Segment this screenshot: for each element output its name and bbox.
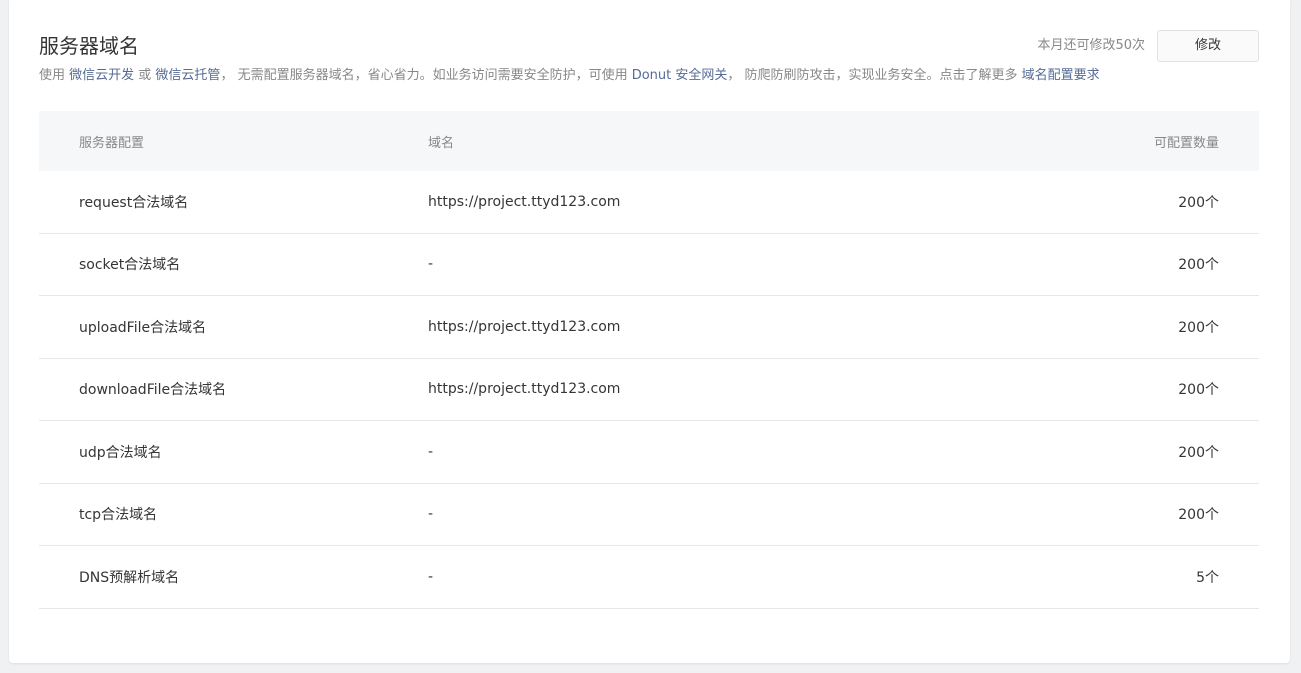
- table-row: uploadFile合法域名 https://project.ttyd123.c…: [39, 296, 1259, 359]
- table-row: downloadFile合法域名 https://project.ttyd123…: [39, 359, 1259, 421]
- table-row: tcp合法域名 - 200个: [39, 484, 1259, 546]
- link-domain-config-requirements[interactable]: 域名配置要求: [1022, 68, 1100, 83]
- row-config-name: DNS预解析域名: [79, 569, 180, 586]
- header-configurable-count: 可配置数量: [1153, 135, 1219, 151]
- row-config-name: request合法域名: [79, 194, 189, 211]
- description-text-3: ， 无需配置服务器域名，省心省力。如业务访问需要安全防护，可使用: [220, 68, 632, 83]
- table-row: udp合法域名 - 200个: [39, 421, 1259, 484]
- row-domain-value: -: [428, 256, 434, 273]
- header-domain: 域名: [428, 135, 455, 151]
- table-row: socket合法域名 - 200个: [39, 234, 1259, 296]
- link-donut-security-gateway[interactable]: Donut 安全网关: [632, 68, 728, 83]
- row-domain-value: -: [428, 506, 434, 523]
- server-domain-card: 服务器域名 本月还可修改50次 修改 使用 微信云开发 或 微信云托管， 无需配…: [9, 0, 1290, 663]
- row-config-name: udp合法域名: [79, 444, 162, 461]
- modify-button[interactable]: 修改: [1157, 30, 1259, 62]
- link-wechat-cloud-dev[interactable]: 微信云开发: [69, 68, 134, 83]
- modify-quota-text: 本月还可修改50次: [1037, 38, 1145, 53]
- row-config-name: downloadFile合法域名: [79, 382, 227, 399]
- domain-table: 服务器配置 域名 可配置数量 request合法域名 https://proje…: [39, 111, 1259, 609]
- row-domain-value: https://project.ttyd123.com: [428, 381, 621, 398]
- row-config-name: socket合法域名: [79, 257, 181, 274]
- table-header: 服务器配置 域名 可配置数量: [39, 111, 1259, 171]
- row-domain-value: -: [428, 443, 434, 460]
- row-count: 200个: [1178, 257, 1219, 274]
- row-domain-value: https://project.ttyd123.com: [428, 318, 621, 335]
- link-wechat-cloud-hosting[interactable]: 微信云托管: [155, 68, 220, 83]
- row-count: 200个: [1178, 444, 1219, 461]
- row-count: 200个: [1178, 319, 1219, 336]
- table-row: DNS预解析域名 - 5个: [39, 546, 1259, 609]
- row-count: 200个: [1178, 382, 1219, 399]
- row-config-name: tcp合法域名: [79, 507, 158, 524]
- description-text-4: ， 防爬防刷防攻击，实现业务安全。点击了解更多: [727, 68, 1022, 83]
- table-row: request合法域名 https://project.ttyd123.com …: [39, 171, 1259, 234]
- header-server-config: 服务器配置: [79, 135, 145, 151]
- description: 使用 微信云开发 或 微信云托管， 无需配置服务器域名，省心省力。如业务访问需要…: [39, 67, 1100, 85]
- description-text-1: 使用: [39, 68, 70, 83]
- row-domain-value: -: [428, 568, 434, 585]
- row-count: 200个: [1178, 507, 1219, 524]
- description-text-2: 或: [134, 68, 156, 83]
- row-config-name: uploadFile合法域名: [79, 319, 207, 336]
- row-count: 200个: [1178, 194, 1219, 211]
- row-count: 5个: [1196, 569, 1219, 586]
- section-title: 服务器域名: [39, 34, 139, 58]
- row-domain-value: https://project.ttyd123.com: [428, 193, 621, 210]
